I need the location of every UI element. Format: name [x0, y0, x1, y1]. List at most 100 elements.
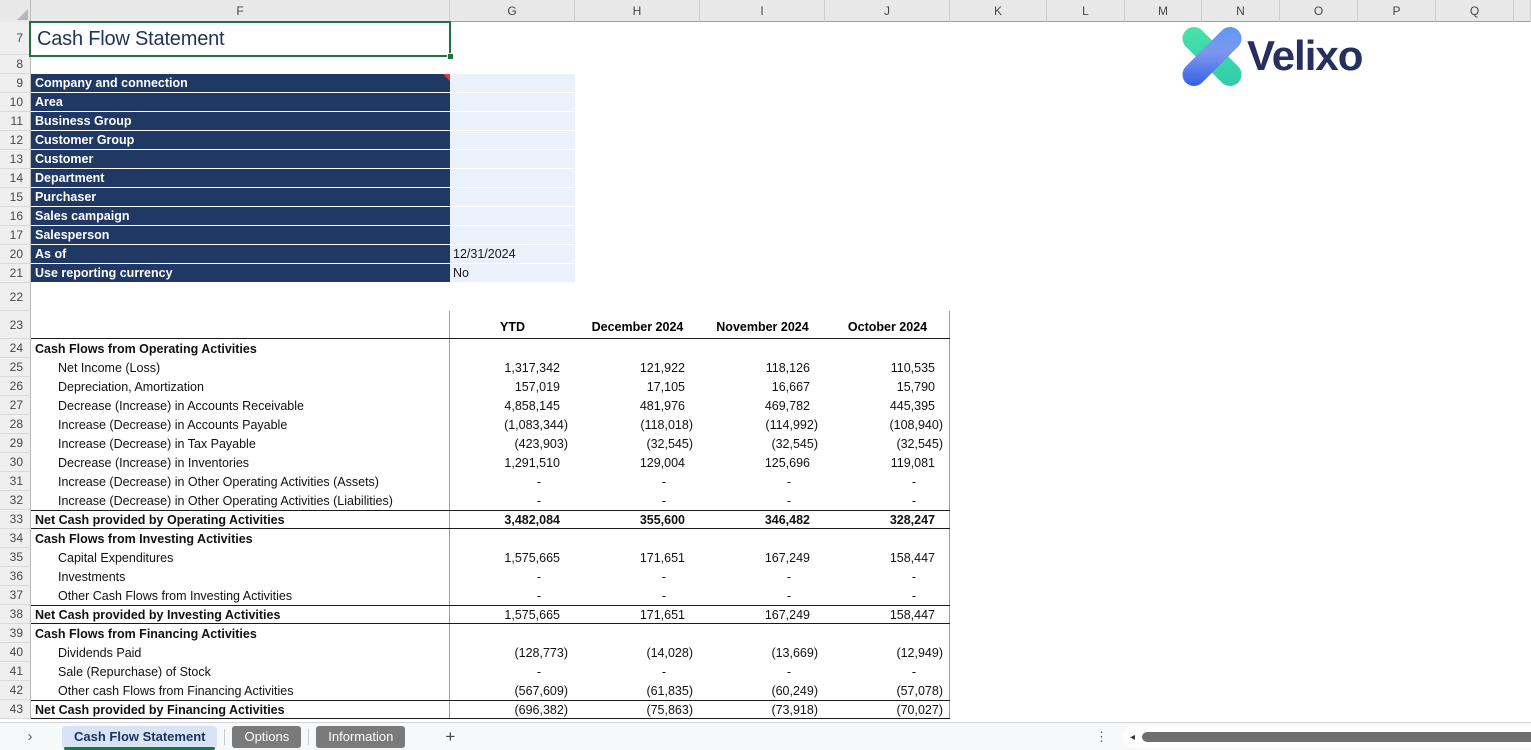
statement-value-cell[interactable]: -: [575, 494, 700, 508]
statement-value-cell[interactable]: -: [700, 494, 825, 508]
statement-value-cell[interactable]: (118,018): [575, 418, 700, 432]
row-header-41[interactable]: 41: [0, 662, 31, 681]
filter-value-cell[interactable]: [450, 74, 575, 92]
column-header-G[interactable]: G: [450, 0, 575, 22]
statement-value-cell[interactable]: -: [450, 665, 575, 679]
statement-value-cell[interactable]: 4,858,145: [450, 399, 575, 413]
sheet-tab-information[interactable]: Information: [316, 726, 405, 748]
row-header-17[interactable]: 17: [0, 226, 31, 245]
statement-value-cell[interactable]: 15,790: [825, 380, 950, 394]
statement-value-cell[interactable]: -: [825, 475, 950, 489]
horizontal-scrollbar-thumb[interactable]: [1142, 732, 1531, 742]
column-header-N[interactable]: N: [1202, 0, 1280, 22]
row-header-20[interactable]: 20: [0, 245, 31, 264]
filter-value-cell[interactable]: [450, 188, 575, 206]
row-header-37[interactable]: 37: [0, 586, 31, 605]
statement-value-cell[interactable]: (114,992): [700, 418, 825, 432]
statement-value-cell[interactable]: 481,976: [575, 399, 700, 413]
filter-value-cell[interactable]: [450, 93, 575, 111]
statement-value-cell[interactable]: 1,317,342: [450, 361, 575, 375]
statement-value-cell[interactable]: 125,696: [700, 456, 825, 470]
column-header-P[interactable]: P: [1358, 0, 1436, 22]
statement-value-cell[interactable]: (14,028): [575, 646, 700, 660]
row-header-42[interactable]: 42: [0, 681, 31, 700]
statement-value-cell[interactable]: 17,105: [575, 380, 700, 394]
statement-value-cell[interactable]: (423,903): [450, 437, 575, 451]
column-header-F[interactable]: F: [31, 0, 450, 22]
statement-value-cell[interactable]: (108,940): [825, 418, 950, 432]
statement-value-cell[interactable]: 110,535: [825, 361, 950, 375]
statement-value-cell[interactable]: 171,651: [575, 608, 700, 622]
row-header-36[interactable]: 36: [0, 567, 31, 586]
statement-value-cell[interactable]: (32,545): [575, 437, 700, 451]
statement-value-cell[interactable]: (32,545): [825, 437, 950, 451]
row-header-29[interactable]: 29: [0, 434, 31, 453]
statement-value-cell[interactable]: (75,863): [575, 703, 700, 717]
row-header-39[interactable]: 39: [0, 624, 31, 643]
row-header-33[interactable]: 33: [0, 510, 31, 529]
column-header-J[interactable]: J: [825, 0, 950, 22]
column-header-M[interactable]: M: [1125, 0, 1202, 22]
statement-value-cell[interactable]: (73,918): [700, 703, 825, 717]
statement-value-cell[interactable]: -: [825, 665, 950, 679]
select-all-box[interactable]: [0, 0, 31, 22]
column-header-Q[interactable]: Q: [1436, 0, 1514, 22]
statement-value-cell[interactable]: 328,247: [825, 513, 950, 527]
sheet-tab-options[interactable]: Options: [232, 726, 301, 748]
statement-value-cell[interactable]: -: [450, 475, 575, 489]
row-header-23[interactable]: 23: [0, 311, 31, 339]
statement-value-cell[interactable]: 346,482: [700, 513, 825, 527]
statement-value-cell[interactable]: -: [450, 494, 575, 508]
add-sheet-button[interactable]: +: [445, 727, 455, 747]
filter-value-cell[interactable]: [450, 226, 575, 244]
row-header-32[interactable]: 32: [0, 491, 31, 510]
statement-value-cell[interactable]: -: [825, 494, 950, 508]
filter-value-cell[interactable]: [450, 207, 575, 225]
statement-value-cell[interactable]: -: [700, 665, 825, 679]
column-header-O[interactable]: O: [1280, 0, 1358, 22]
statement-value-cell[interactable]: (12,949): [825, 646, 950, 660]
tabbar-resize-grip-icon[interactable]: ⋮: [1095, 729, 1108, 745]
filter-value-cell[interactable]: No: [450, 264, 575, 282]
filter-value-cell[interactable]: [450, 150, 575, 168]
statement-value-cell[interactable]: -: [575, 475, 700, 489]
row-header-7[interactable]: 7: [0, 22, 31, 55]
row-header-9[interactable]: 9: [0, 74, 31, 93]
statement-value-cell[interactable]: -: [575, 665, 700, 679]
fill-handle[interactable]: [447, 53, 454, 60]
statement-value-cell[interactable]: 469,782: [700, 399, 825, 413]
statement-value-cell[interactable]: 158,447: [825, 608, 950, 622]
statement-value-cell[interactable]: -: [575, 570, 700, 584]
statement-value-cell[interactable]: (61,835): [575, 684, 700, 698]
statement-value-cell[interactable]: 167,249: [700, 551, 825, 565]
column-header-I[interactable]: I: [700, 0, 825, 22]
filter-value-cell[interactable]: [450, 131, 575, 149]
statement-value-cell[interactable]: 157,019: [450, 380, 575, 394]
horizontal-scrollbar[interactable]: ◂: [1122, 726, 1531, 748]
row-header-38[interactable]: 38: [0, 605, 31, 624]
statement-value-cell[interactable]: 355,600: [575, 513, 700, 527]
statement-value-cell[interactable]: -: [825, 589, 950, 603]
statement-value-cell[interactable]: -: [825, 570, 950, 584]
statement-value-cell[interactable]: 171,651: [575, 551, 700, 565]
row-header-31[interactable]: 31: [0, 472, 31, 491]
scroll-left-arrow-icon[interactable]: ◂: [1130, 732, 1135, 743]
row-header-8[interactable]: 8: [0, 55, 31, 74]
sheet-nav-chevron[interactable]: ›: [0, 728, 60, 745]
column-header-L[interactable]: L: [1047, 0, 1125, 22]
sheet-tab-cash-flow-statement[interactable]: Cash Flow Statement: [62, 726, 217, 748]
row-header-13[interactable]: 13: [0, 150, 31, 169]
statement-value-cell[interactable]: 121,922: [575, 361, 700, 375]
statement-value-cell[interactable]: 3,482,084: [450, 513, 575, 527]
statement-value-cell[interactable]: -: [700, 589, 825, 603]
statement-value-cell[interactable]: -: [450, 589, 575, 603]
statement-value-cell[interactable]: (128,773): [450, 646, 575, 660]
row-header-30[interactable]: 30: [0, 453, 31, 472]
row-header-40[interactable]: 40: [0, 643, 31, 662]
statement-value-cell[interactable]: -: [450, 570, 575, 584]
row-header-10[interactable]: 10: [0, 93, 31, 112]
statement-value-cell[interactable]: (70,027): [825, 703, 950, 717]
statement-value-cell[interactable]: -: [700, 570, 825, 584]
statement-value-cell[interactable]: 167,249: [700, 608, 825, 622]
row-header-28[interactable]: 28: [0, 415, 31, 434]
